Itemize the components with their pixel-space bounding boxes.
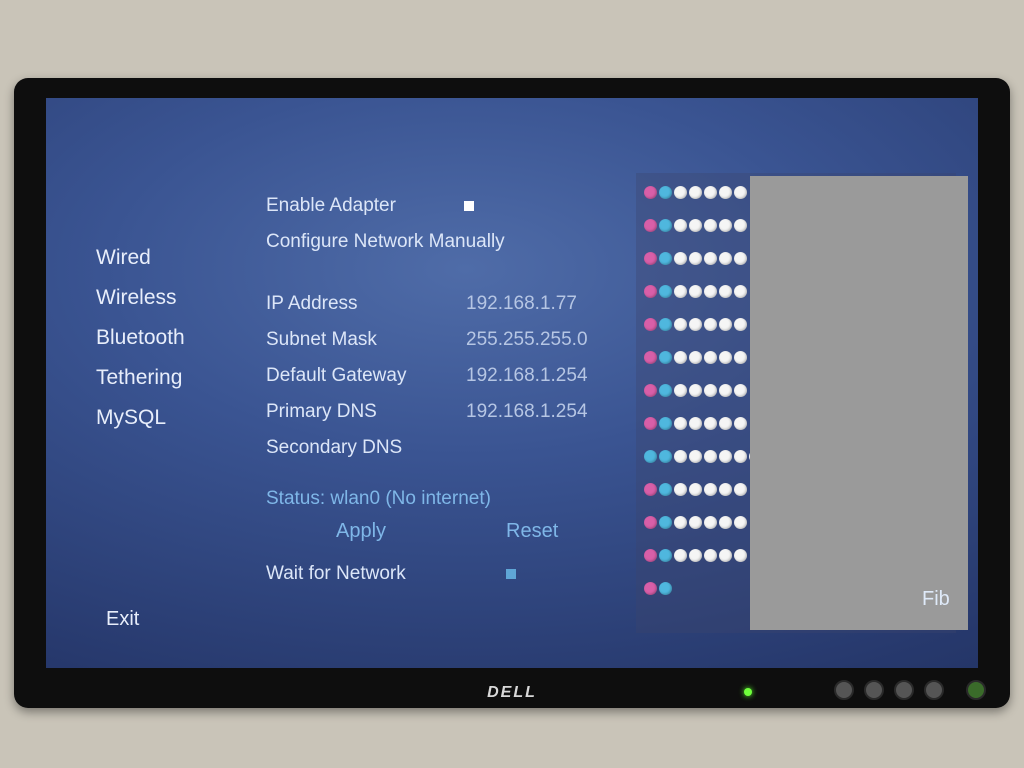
network-item-partial[interactable]: Fib [922,588,950,611]
wait-for-network-label: Wait for Network [266,563,406,585]
signal-indicator-icon [644,186,762,199]
primary-dns-label: Primary DNS [266,401,436,423]
signal-indicator-icon [644,252,762,265]
monitor-button [924,680,944,700]
subnet-mask-label: Subnet Mask [266,329,436,351]
sidebar: Wired Wireless Bluetooth Tethering MySQL [96,238,246,438]
signal-indicator-icon [644,351,762,364]
wait-for-network-checkbox[interactable] [506,569,516,579]
redacted-network-list [750,176,968,630]
settings-panel: Enable Adapter Configure Network Manuall… [266,188,616,585]
primary-dns-value[interactable]: 192.168.1.254 [466,401,588,423]
power-led-icon [744,688,752,696]
signal-indicator-icon [644,318,762,331]
signal-indicator-icon [644,450,762,463]
screen: Wired Wireless Bluetooth Tethering MySQL… [46,98,978,668]
ip-address-value[interactable]: 192.168.1.77 [466,293,577,315]
enable-adapter-label: Enable Adapter [266,195,436,217]
subnet-mask-value[interactable]: 255.255.255.0 [466,329,588,351]
apply-button[interactable]: Apply [336,520,386,543]
signal-indicator-icon [644,219,762,232]
signal-indicator-icon [644,384,762,397]
monitor-button [894,680,914,700]
default-gateway-value[interactable]: 192.168.1.254 [466,365,588,387]
sidebar-item-wireless[interactable]: Wireless [96,278,246,318]
sidebar-item-wired[interactable]: Wired [96,238,246,278]
enable-adapter-checkbox[interactable] [464,201,474,211]
signal-indicator-icon [644,582,762,595]
configure-manual-label[interactable]: Configure Network Manually [266,231,586,253]
sidebar-item-bluetooth[interactable]: Bluetooth [96,318,246,358]
sidebar-item-mysql[interactable]: MySQL [96,398,246,438]
exit-button[interactable]: Exit [106,608,139,631]
status-text: Status: wlan0 (No internet) [266,488,616,510]
reset-button[interactable]: Reset [506,520,558,543]
default-gateway-label: Default Gateway [266,365,436,387]
monitor-power-button [966,680,986,700]
monitor-button [864,680,884,700]
monitor-button [834,680,854,700]
monitor-bezel: Wired Wireless Bluetooth Tethering MySQL… [14,78,1010,708]
signal-indicator-column [644,186,762,595]
signal-indicator-icon [644,549,762,562]
signal-indicator-icon [644,285,762,298]
signal-indicator-icon [644,516,762,529]
ip-address-label: IP Address [266,293,436,315]
signal-indicator-icon [644,483,762,496]
sidebar-item-tethering[interactable]: Tethering [96,358,246,398]
signal-indicator-icon [644,417,762,430]
secondary-dns-label: Secondary DNS [266,437,436,459]
